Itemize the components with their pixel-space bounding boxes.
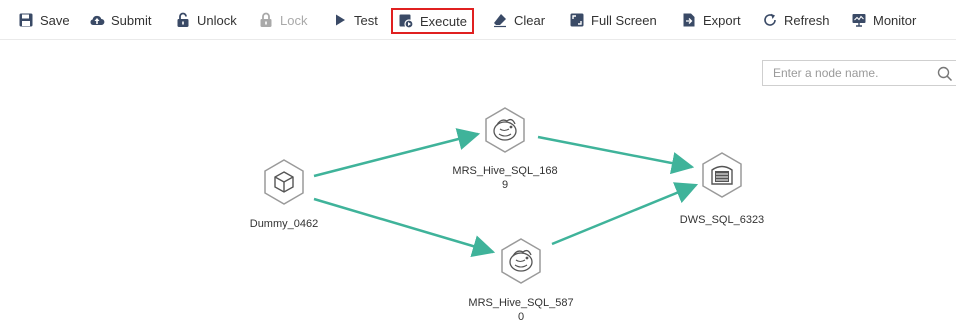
workflow-canvas[interactable]: Dummy_0462 MRS_Hive_SQL_168 9 MRS_Hive_S… <box>0 41 956 323</box>
toolbar: Save Submit Unlock Lock Test Execute Cle… <box>0 0 956 40</box>
cube-icon <box>264 159 304 205</box>
full-screen-button[interactable]: Full Screen <box>569 10 657 30</box>
node-dws[interactable] <box>697 150 747 200</box>
hive-bee-icon <box>485 107 525 153</box>
clear-label: Clear <box>514 12 546 28</box>
edge-dummy-to-hive-bottom <box>313 197 496 258</box>
export-icon <box>681 12 697 28</box>
node-hive-top-label: MRS_Hive_SQL_168 9 <box>430 164 580 192</box>
node-dummy[interactable] <box>259 157 309 207</box>
hive-bee-icon <box>501 238 541 284</box>
test-button[interactable]: Test <box>332 10 378 30</box>
export-label: Export <box>703 12 741 28</box>
execute-icon <box>398 13 414 29</box>
clear-button[interactable]: Clear <box>492 10 545 30</box>
play-icon <box>332 12 348 28</box>
node-hive-bottom-label-line2: 0 <box>517 311 525 323</box>
unlock-button[interactable]: Unlock <box>175 10 237 30</box>
node-hive-top[interactable] <box>480 105 530 155</box>
lock-label: Lock <box>280 12 308 28</box>
lock-icon <box>258 12 274 28</box>
refresh-button[interactable]: Refresh <box>762 10 830 30</box>
refresh-icon <box>762 12 778 28</box>
submit-label: Submit <box>111 12 152 28</box>
save-button[interactable]: Save <box>18 10 70 30</box>
lock-button[interactable]: Lock <box>258 10 307 30</box>
monitor-label: Monitor <box>873 12 917 28</box>
export-button[interactable]: Export <box>681 10 741 30</box>
node-dummy-label: Dummy_0462 <box>249 218 319 230</box>
submit-button[interactable]: Submit <box>89 10 151 30</box>
monitor-icon <box>851 12 867 28</box>
full-screen-icon <box>569 12 585 28</box>
monitor-button[interactable]: Monitor <box>851 10 916 30</box>
node-dws-label: DWS_SQL_6323 <box>679 214 765 226</box>
node-hive-bottom-label-line1: MRS_Hive_SQL_587 <box>468 297 574 309</box>
node-hive-top-label-line2: 9 <box>501 179 509 191</box>
node-hive-bottom[interactable] <box>496 236 546 286</box>
execute-button[interactable]: Execute <box>391 8 474 34</box>
cloud-upload-icon <box>89 12 105 28</box>
full-screen-label: Full Screen <box>591 12 657 28</box>
execute-label: Execute <box>420 13 467 29</box>
unlock-label: Unlock <box>197 12 237 28</box>
refresh-label: Refresh <box>784 12 830 28</box>
eraser-icon <box>492 12 508 28</box>
node-hive-top-label-line1: MRS_Hive_SQL_168 <box>452 165 558 177</box>
test-label: Test <box>354 12 378 28</box>
save-label: Save <box>40 12 70 28</box>
database-icon <box>702 152 742 198</box>
unlock-icon <box>175 12 191 28</box>
save-icon <box>18 12 34 28</box>
edge-hive-top-to-dws <box>537 135 695 175</box>
